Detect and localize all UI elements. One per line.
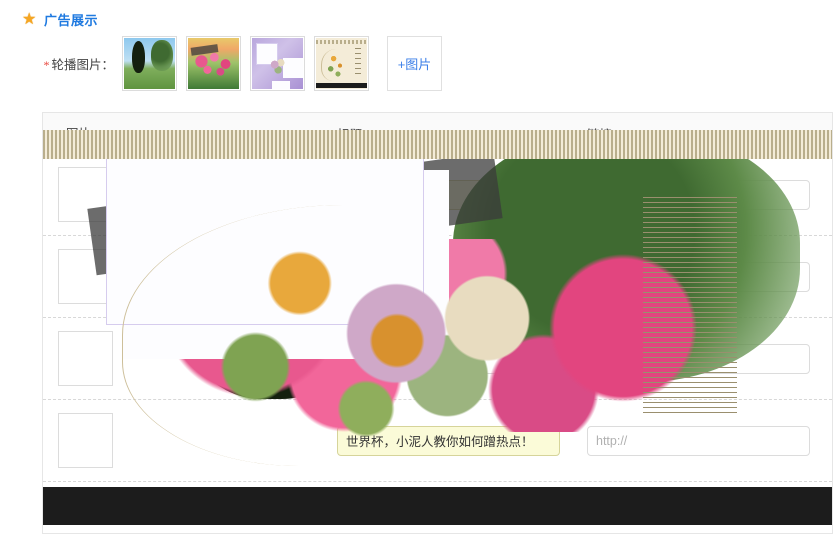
carousel-thumbnail[interactable]	[186, 36, 241, 91]
pink-flowers-sunset-photo	[188, 38, 239, 89]
add-image-button[interactable]: +图片	[387, 36, 442, 91]
beige-floral-card-photo	[316, 38, 367, 89]
carousel-thumbnail[interactable]	[250, 36, 305, 91]
row-thumbnail[interactable]	[58, 249, 113, 304]
row-image-cell	[43, 197, 832, 525]
carousel-picker-label: * 轮播图片：	[22, 54, 122, 73]
carousel-picker-row: * 轮播图片： +图片	[22, 36, 822, 91]
table-row	[43, 197, 832, 525]
tree-lawn-photo	[124, 38, 175, 89]
carousel-thumbnail[interactable]	[122, 36, 177, 91]
card-side-text	[354, 48, 361, 75]
carousel-table: *图片 标题 链接	[42, 112, 833, 534]
required-asterisk: *	[43, 58, 50, 73]
row-thumbnail[interactable]	[58, 331, 113, 386]
purple-frame-collage-photo	[252, 38, 303, 89]
row-thumbnail[interactable]	[43, 197, 832, 525]
star-icon: ★	[22, 10, 37, 28]
carousel-thumbnail[interactable]	[314, 36, 369, 91]
carousel-picker-label-text: 轮播图片：	[51, 57, 114, 72]
section-header: ★ 广告展示	[22, 10, 98, 29]
carousel-thumbnail-list: +图片	[122, 36, 442, 91]
page-title: 广告展示	[44, 13, 99, 28]
card-footer-bar	[316, 83, 367, 88]
